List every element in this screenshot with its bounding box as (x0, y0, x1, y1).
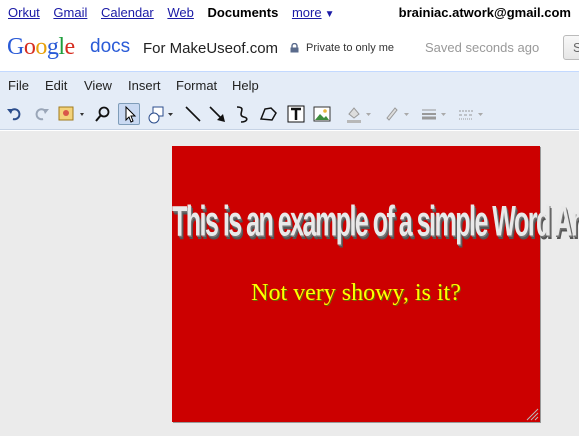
line-color-icon[interactable] (381, 103, 413, 125)
gbar-link-gmail[interactable]: Gmail (53, 5, 87, 20)
textbox-icon[interactable] (285, 103, 307, 125)
menu-edit[interactable]: Edit (45, 78, 67, 93)
document-title[interactable]: For MakeUseof.com (143, 40, 278, 57)
docs-header: Google docs For MakeUseof.com Private to… (0, 24, 579, 72)
chevron-down-icon[interactable]: ▼ (325, 9, 335, 20)
zoom-icon[interactable] (92, 103, 114, 125)
polyline-icon[interactable] (258, 103, 280, 125)
gbar-link-documents: Documents (207, 5, 279, 20)
image-icon[interactable] (311, 103, 333, 125)
menu-insert[interactable]: Insert (128, 78, 161, 93)
select-arrow-icon[interactable] (118, 103, 140, 125)
privacy-status[interactable]: Private to only me (306, 42, 394, 54)
gbar-link-web[interactable]: Web (167, 5, 194, 20)
shape-icon[interactable] (146, 103, 178, 125)
menu-format[interactable]: Format (176, 78, 217, 93)
curve-icon[interactable] (232, 103, 254, 125)
drawing-canvas[interactable]: This is an example of a simple Word Art … (172, 146, 579, 422)
wordart-text[interactable]: This is an example of a simple Word Art (172, 198, 579, 247)
menu-file[interactable]: File (8, 78, 29, 93)
subtitle-text[interactable]: Not very showy, is it? (172, 280, 540, 307)
menu-help[interactable]: Help (232, 78, 259, 93)
redo-icon[interactable] (30, 103, 52, 125)
image-insert-icon[interactable] (56, 103, 88, 125)
undo-icon[interactable] (4, 103, 26, 125)
google-logo[interactable]: Google (7, 34, 75, 61)
menu-view[interactable]: View (84, 78, 112, 93)
docs-wordmark[interactable]: docs (90, 36, 130, 58)
line-weight-icon[interactable] (419, 103, 451, 125)
gbar-link-calendar[interactable]: Calendar (101, 5, 154, 20)
lock-icon (290, 43, 299, 53)
user-email[interactable]: brainiac.atwork@gmail.com (399, 5, 571, 20)
google-bar-links: Orkut Gmail Calendar Web Documents more ▼ (8, 5, 344, 20)
line-icon[interactable] (182, 103, 204, 125)
gbar-link-more[interactable]: more (292, 5, 322, 20)
drawing-toolbar (0, 98, 579, 130)
gbar-link-orkut[interactable]: Orkut (8, 5, 40, 20)
save-status: Saved seconds ago (425, 40, 540, 55)
menubar: File Edit View Insert Format Help (0, 72, 579, 98)
fill-color-icon[interactable] (343, 103, 375, 125)
save-button[interactable]: Save (563, 35, 579, 60)
arrow-line-icon[interactable] (206, 103, 228, 125)
resize-grip-icon[interactable] (525, 407, 539, 421)
google-bar: Orkut Gmail Calendar Web Documents more ▼… (0, 0, 579, 24)
line-dash-icon[interactable] (456, 103, 488, 125)
